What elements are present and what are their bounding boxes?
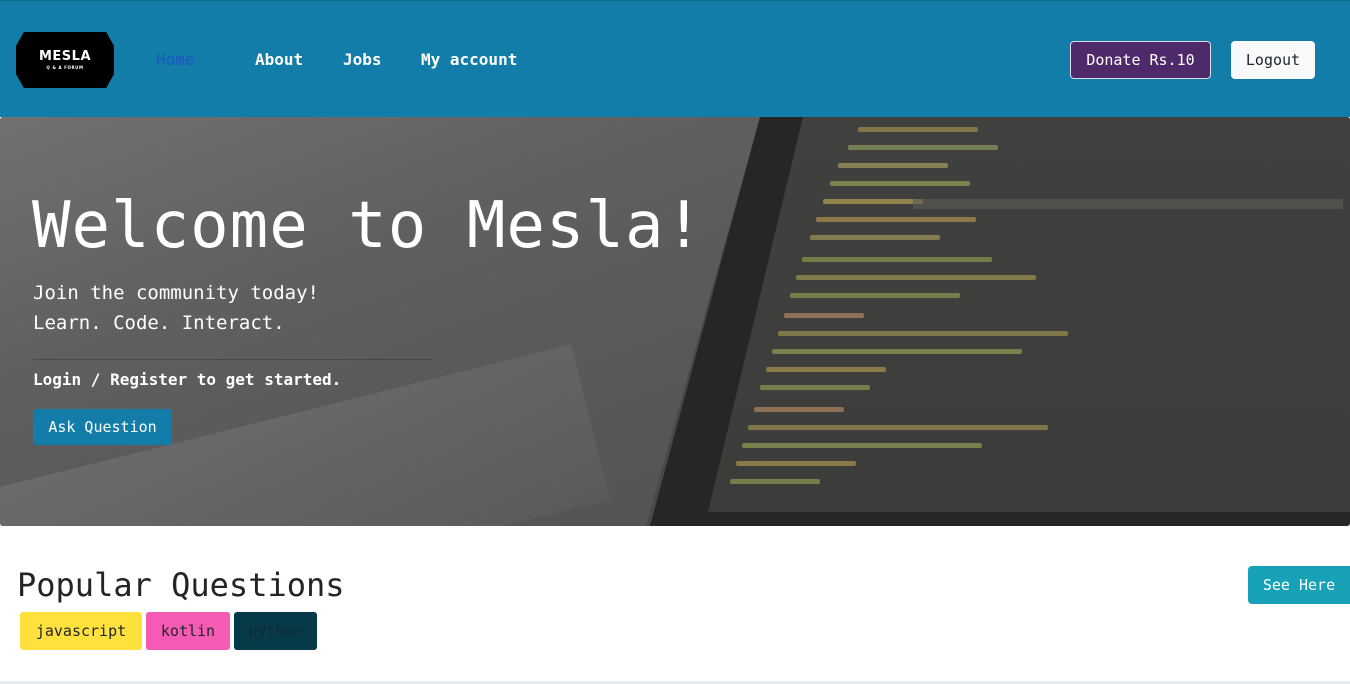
see-here-button[interactable]: See Here (1248, 566, 1350, 604)
nav-my-account-link[interactable]: My account (421, 49, 517, 71)
mesla-logo[interactable]: MESLA Q & A FORUM (16, 32, 114, 88)
ask-question-button[interactable]: Ask Question (33, 409, 172, 445)
hero-cta-text: Login / Register to get started. (33, 370, 342, 389)
logo-subtitle: Q & A FORUM (46, 65, 84, 70)
popular-questions-title: Popular Questions (17, 566, 345, 604)
nav-home-link[interactable]: Home (156, 49, 195, 71)
hero-lead-line-2: Learn. Code. Interact. (33, 312, 285, 334)
tag-python[interactable]: python (234, 612, 317, 650)
hero-lead: Join the community today! Learn. Code. I… (33, 278, 319, 338)
nav-jobs-link[interactable]: Jobs (343, 49, 382, 71)
logo-title: MESLA (38, 49, 92, 64)
hero-title: Welcome to Mesla! (32, 189, 705, 263)
hero-lead-line-1: Join the community today! (33, 282, 319, 304)
tag-javascript[interactable]: javascript (20, 612, 142, 650)
logout-button[interactable]: Logout (1231, 41, 1315, 79)
hero-divider (33, 359, 432, 360)
donate-button[interactable]: Donate Rs.10 (1070, 41, 1211, 79)
nav-about-link[interactable]: About (255, 49, 303, 71)
tag-kotlin[interactable]: kotlin (146, 612, 230, 650)
top-navbar: MESLA Q & A FORUM Home About Jobs My acc… (0, 0, 1350, 117)
